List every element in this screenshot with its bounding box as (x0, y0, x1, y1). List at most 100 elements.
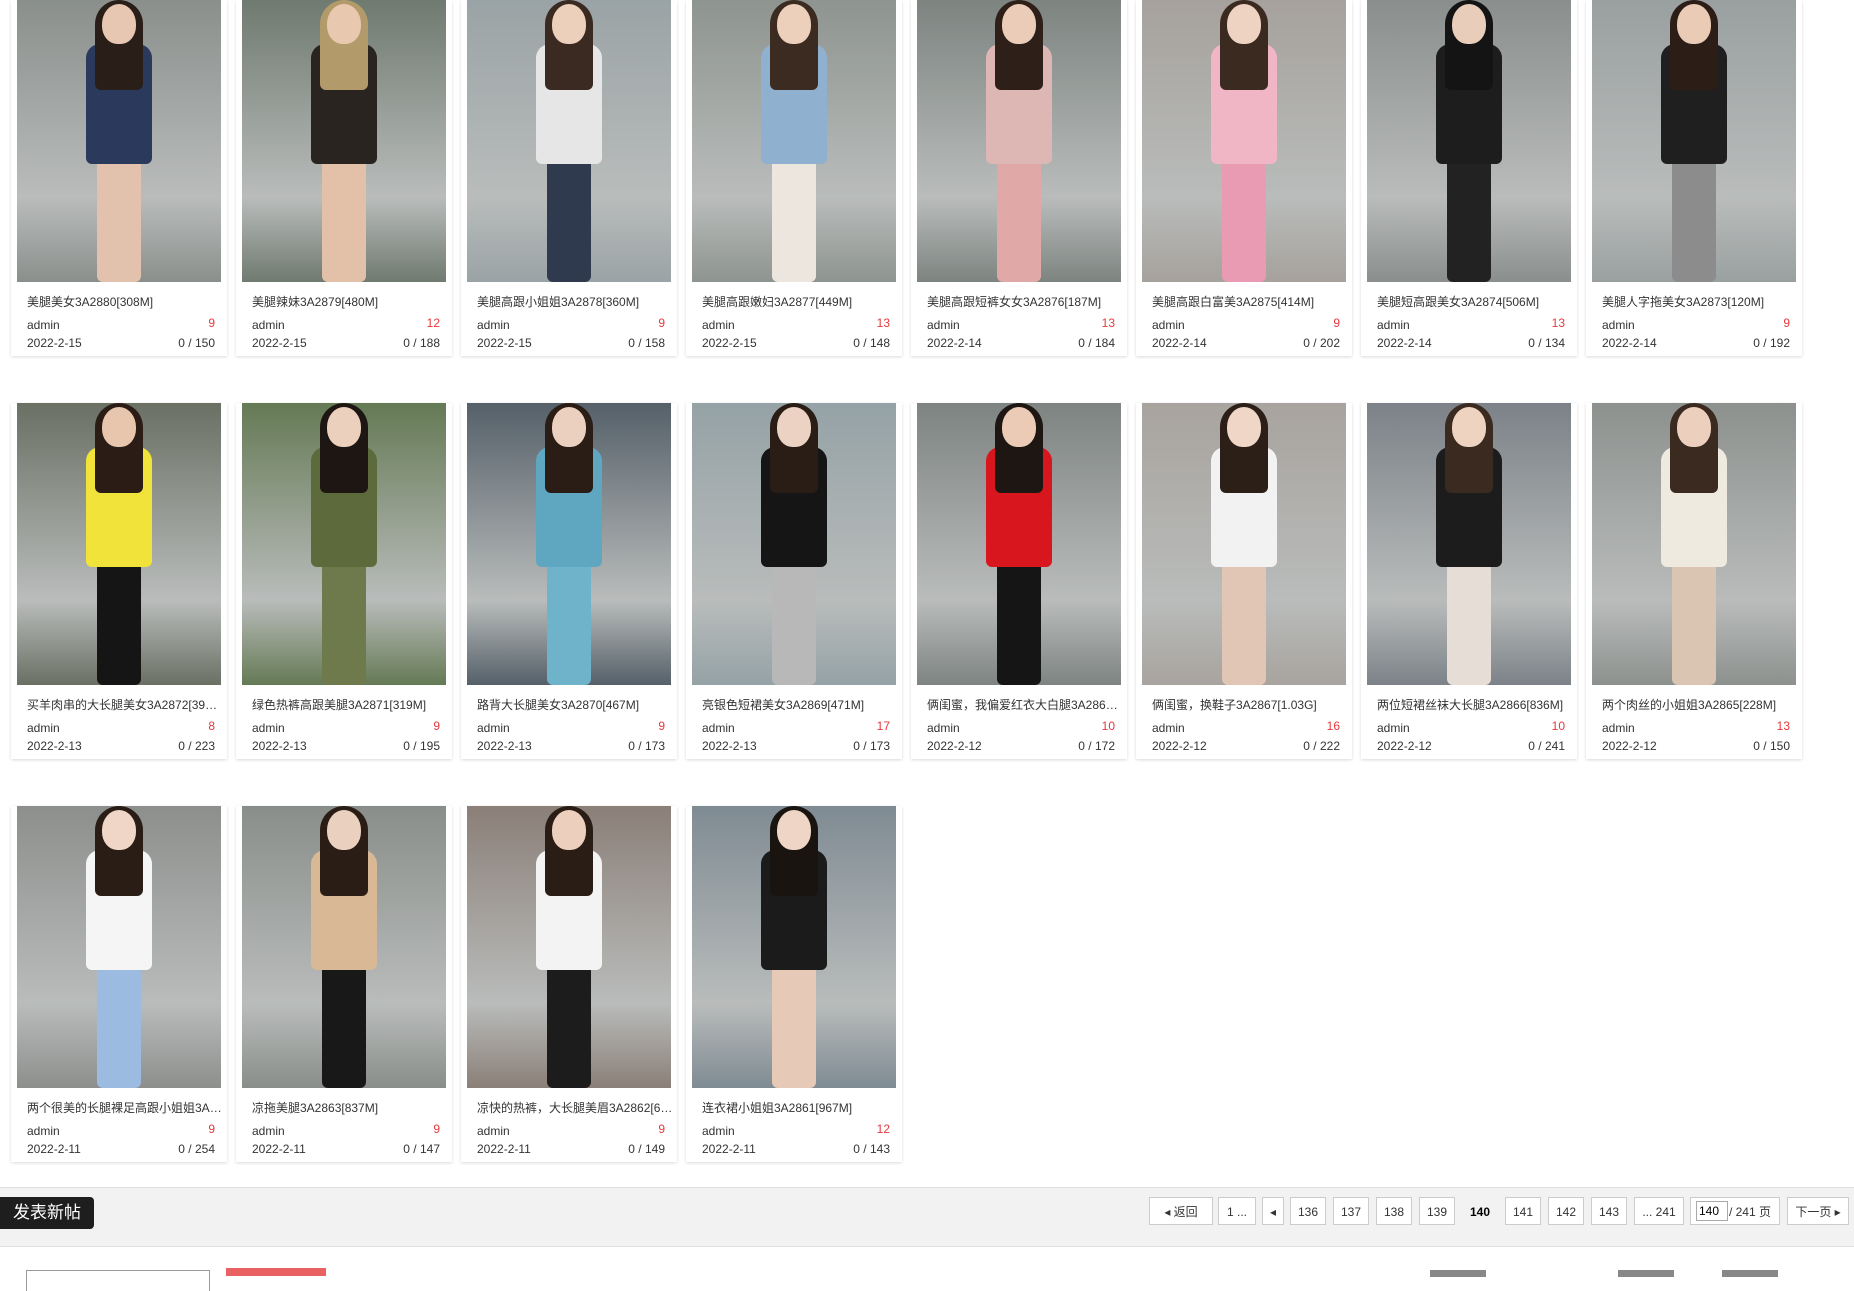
page-input[interactable] (1696, 1201, 1728, 1221)
thread-title[interactable]: 两个很美的长腿裸足高跟小姐姐3A2... (27, 1099, 223, 1116)
thread-thumbnail[interactable] (1592, 0, 1796, 282)
thread-author[interactable]: admin (252, 318, 285, 332)
thread-title[interactable]: 连衣裙小姐姐3A2861[967M] (702, 1099, 898, 1116)
thread-card[interactable]: 美腿美女3A2880[308M] admin 9 2022-2-15 0 / 150 (11, 0, 227, 356)
thread-thumbnail[interactable] (17, 403, 221, 685)
thread-thumbnail[interactable] (467, 806, 671, 1088)
page-first[interactable]: 1 ... (1218, 1197, 1256, 1225)
thread-title[interactable]: 两个肉丝的小姐姐3A2865[228M] (1602, 696, 1798, 713)
page-139[interactable]: 139 (1419, 1197, 1455, 1225)
thread-card[interactable]: 亮银色短裙美女3A2869[471M] admin 17 2022-2-13 0 / 1… (686, 403, 902, 759)
thread-thumbnail[interactable] (242, 806, 446, 1088)
prev-page-button[interactable]: ◂ (1262, 1197, 1284, 1225)
thread-card[interactable]: 连衣裙小姐姐3A2861[967M] admin 12 2022-2-11 0 / 14… (686, 806, 902, 1162)
thread-author[interactable]: admin (27, 1124, 60, 1138)
thread-thumbnail[interactable] (17, 0, 221, 282)
thread-author[interactable]: admin (927, 721, 960, 735)
page-142[interactable]: 142 (1548, 1197, 1584, 1225)
new-post-button[interactable]: 发表新帖 (0, 1197, 94, 1229)
thread-card[interactable]: 美腿高跟白富美3A2875[414M] admin 9 2022-2-14 0 / 20… (1136, 0, 1352, 356)
footer-link-2[interactable] (1618, 1270, 1674, 1277)
thread-card[interactable]: 美腿高跟小姐姐3A2878[360M] admin 9 2022-2-15 0 / 15… (461, 0, 677, 356)
page-last[interactable]: ... 241 (1634, 1197, 1684, 1225)
thread-author[interactable]: admin (702, 721, 735, 735)
thread-author[interactable]: admin (27, 721, 60, 735)
thread-thumbnail[interactable] (467, 403, 671, 685)
next-page-button[interactable]: 下一页 ▸ (1787, 1197, 1849, 1225)
thread-author[interactable]: admin (27, 318, 60, 332)
thread-title[interactable]: 美腿高跟嫩妇3A2877[449M] (702, 293, 898, 310)
thread-card[interactable]: 两个很美的长腿裸足高跟小姐姐3A2... admin 9 2022-2-11 0 / 2… (11, 806, 227, 1162)
thread-thumbnail[interactable] (1367, 403, 1571, 685)
thread-author[interactable]: admin (1377, 721, 1410, 735)
subject-legs (997, 567, 1041, 685)
thread-title[interactable]: 凉拖美腿3A2863[837M] (252, 1099, 448, 1116)
thread-thumbnail[interactable] (1142, 403, 1346, 685)
thread-thumbnail[interactable] (1592, 403, 1796, 685)
thread-author[interactable]: admin (477, 318, 510, 332)
thread-author[interactable]: admin (477, 1124, 510, 1138)
thread-thumbnail[interactable] (1142, 0, 1346, 282)
thread-card[interactable]: 美腿辣妹3A2879[480M] admin 12 2022-2-15 0 / 188 (236, 0, 452, 356)
thread-card[interactable]: 两个肉丝的小姐姐3A2865[228M] admin 13 2022-2-12 0 / … (1586, 403, 1802, 759)
thread-card[interactable]: 买羊肉串的大长腿美女3A2872[393M] admin 8 2022-2-13 0 /… (11, 403, 227, 759)
thread-card[interactable]: 凉快的热裤，大长腿美眉3A2862[64... admin 9 2022-2-11 0 … (461, 806, 677, 1162)
thread-title[interactable]: 美腿短高跟美女3A2874[506M] (1377, 293, 1573, 310)
page-136[interactable]: 136 (1290, 1197, 1326, 1225)
thread-title[interactable]: 美腿美女3A2880[308M] (27, 293, 223, 310)
thread-thumbnail[interactable] (242, 403, 446, 685)
thread-thumbnail[interactable] (242, 0, 446, 282)
thread-author[interactable]: admin (252, 1124, 285, 1138)
thread-title[interactable]: 美腿人字拖美女3A2873[120M] (1602, 293, 1798, 310)
thread-author[interactable]: admin (702, 1124, 735, 1138)
thread-author[interactable]: admin (702, 318, 735, 332)
thread-author[interactable]: admin (1602, 721, 1635, 735)
thread-card[interactable]: 绿色热裤高跟美腿3A2871[319M] admin 9 2022-2-13 0 / 1… (236, 403, 452, 759)
page-143[interactable]: 143 (1591, 1197, 1627, 1225)
thread-card[interactable]: 俩闺蜜，换鞋子3A2867[1.03G] admin 16 2022-2-12 0 / … (1136, 403, 1352, 759)
thread-author[interactable]: admin (252, 721, 285, 735)
thread-card[interactable]: 两位短裙丝袜大长腿3A2866[836M] admin 10 2022-2-12 0 /… (1361, 403, 1577, 759)
footer-link-3[interactable] (1722, 1270, 1778, 1277)
thread-title[interactable]: 路背大长腿美女3A2870[467M] (477, 696, 673, 713)
thread-title[interactable]: 绿色热裤高跟美腿3A2871[319M] (252, 696, 448, 713)
back-button[interactable]: ◂ 返回 (1149, 1197, 1213, 1225)
footer-link-1[interactable] (1430, 1270, 1486, 1277)
page-137[interactable]: 137 (1333, 1197, 1369, 1225)
thread-card[interactable]: 美腿高跟短裤女女3A2876[187M] admin 13 2022-2-14 0 / … (911, 0, 1127, 356)
thread-title[interactable]: 美腿辣妹3A2879[480M] (252, 293, 448, 310)
page-141[interactable]: 141 (1505, 1197, 1541, 1225)
thread-title[interactable]: 亮银色短裙美女3A2869[471M] (702, 696, 898, 713)
thread-title[interactable]: 凉快的热裤，大长腿美眉3A2862[64... (477, 1099, 673, 1116)
thread-thumbnail[interactable] (467, 0, 671, 282)
thread-thumbnail[interactable] (17, 806, 221, 1088)
thread-card[interactable]: 凉拖美腿3A2863[837M] admin 9 2022-2-11 0 / 147 (236, 806, 452, 1162)
thread-thumbnail[interactable] (692, 403, 896, 685)
thread-author[interactable]: admin (927, 318, 960, 332)
thread-title[interactable]: 买羊肉串的大长腿美女3A2872[393M] (27, 696, 223, 713)
thread-thumbnail[interactable] (692, 806, 896, 1088)
thread-thumbnail[interactable] (692, 0, 896, 282)
thread-author[interactable]: admin (1152, 721, 1185, 735)
thread-card[interactable]: 美腿高跟嫩妇3A2877[449M] admin 13 2022-2-15 0 / 14… (686, 0, 902, 356)
thread-thumbnail[interactable] (917, 0, 1121, 282)
footer-search-box[interactable] (26, 1270, 210, 1291)
thread-card[interactable]: 美腿短高跟美女3A2874[506M] admin 13 2022-2-14 0 / 1… (1361, 0, 1577, 356)
thread-title[interactable]: 美腿高跟白富美3A2875[414M] (1152, 293, 1348, 310)
thread-card[interactable]: 路背大长腿美女3A2870[467M] admin 9 2022-2-13 0 / 17… (461, 403, 677, 759)
thread-card[interactable]: 俩闺蜜，我偏爱红衣大白腿3A2868[... admin 10 2022-2-12 0 … (911, 403, 1127, 759)
thread-title[interactable]: 两位短裙丝袜大长腿3A2866[836M] (1377, 696, 1573, 713)
thread-card[interactable]: 美腿人字拖美女3A2873[120M] admin 9 2022-2-14 0 / 19… (1586, 0, 1802, 356)
thread-author[interactable]: admin (1152, 318, 1185, 332)
thread-title[interactable]: 俩闺蜜，我偏爱红衣大白腿3A2868[... (927, 696, 1123, 713)
thread-title[interactable]: 美腿高跟短裤女女3A2876[187M] (927, 293, 1123, 310)
thread-title[interactable]: 俩闺蜜，换鞋子3A2867[1.03G] (1152, 696, 1348, 713)
thread-thumbnail[interactable] (917, 403, 1121, 685)
thread-author[interactable]: admin (477, 721, 510, 735)
thread-thumbnail[interactable] (1367, 0, 1571, 282)
thread-title[interactable]: 美腿高跟小姐姐3A2878[360M] (477, 293, 673, 310)
thread-author[interactable]: admin (1377, 318, 1410, 332)
footer-vip-link[interactable] (226, 1268, 326, 1276)
thread-author[interactable]: admin (1602, 318, 1635, 332)
page-138[interactable]: 138 (1376, 1197, 1412, 1225)
